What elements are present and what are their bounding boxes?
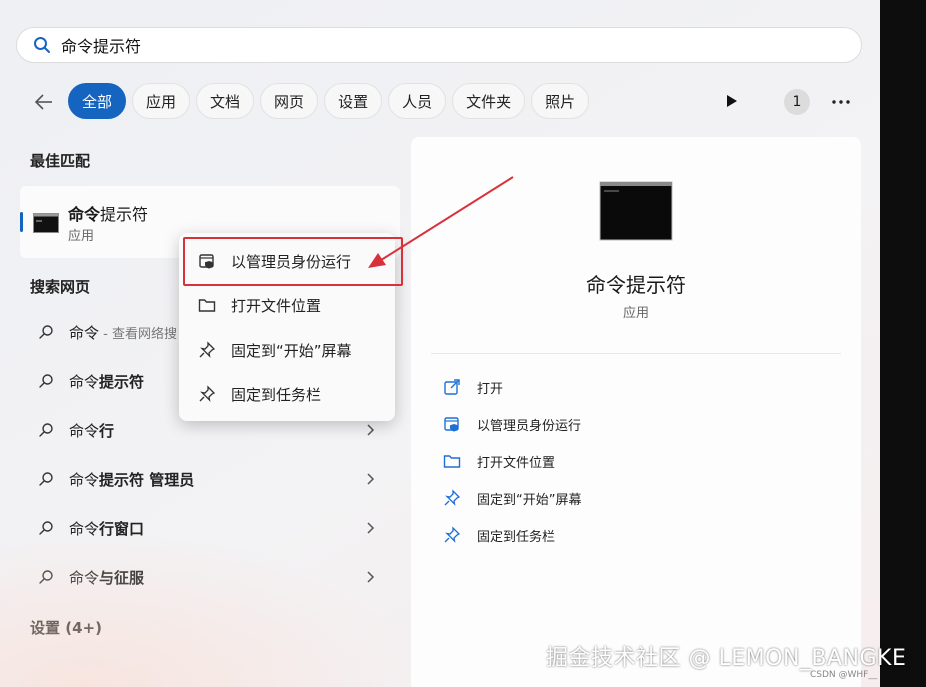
chevron-right-icon[interactable] (366, 521, 376, 535)
search-icon (39, 423, 53, 437)
best-match-heading: 最佳匹配 (30, 152, 91, 170)
context-pin-to-taskbar[interactable]: 固定到任务栏 (179, 374, 395, 414)
context-label: 打开文件位置 (231, 296, 322, 315)
web-search-text: 命令行窗口 (69, 519, 145, 538)
folder-icon (198, 299, 216, 312)
tab-all[interactable]: 全部 (68, 83, 127, 119)
pin-icon (199, 385, 216, 402)
web-search-text: 命令行 (69, 421, 115, 440)
list-item[interactable]: 命令行窗口 (20, 508, 400, 548)
csdn-watermark: CSDN @WHF__ (810, 670, 878, 680)
context-label: 固定到“开始”屏幕 (231, 341, 352, 360)
start-search-window: 全部 应用 文档 网页 设置 人员 文件夹 照片 1 最佳匹配 命令提示符 应用… (0, 0, 880, 687)
best-match-subtitle: 应用 (68, 229, 95, 244)
selection-indicator (20, 212, 23, 232)
tab-documents[interactable]: 文档 (196, 83, 255, 119)
chevron-right-icon[interactable] (366, 472, 376, 486)
search-icon (39, 325, 53, 339)
action-label: 固定到任务栏 (477, 529, 556, 545)
web-search-text: 命令 - 查看网络搜 (69, 323, 177, 342)
settings-heading: 设置 (4+) (30, 619, 102, 637)
watermark: 掘金技术社区 @ LEMON_BANGKE (546, 646, 907, 671)
pin-icon (444, 526, 461, 543)
play-icon[interactable] (722, 92, 740, 110)
context-label: 固定到任务栏 (231, 385, 322, 404)
badge[interactable]: 1 (784, 89, 810, 115)
search-icon (39, 570, 53, 584)
tab-apps[interactable]: 应用 (132, 83, 191, 119)
web-search-heading: 搜索网页 (30, 278, 91, 296)
detail-subtitle: 应用 (622, 306, 649, 321)
background-strip (880, 0, 926, 687)
action-label: 打开文件位置 (477, 455, 556, 471)
list-item[interactable]: 命令与征服 (20, 557, 400, 597)
detail-pane: 命令提示符 应用 打开 以管理员身份运行 打开文件位置 固定到“开始”屏幕 固定… (411, 137, 861, 687)
context-open-file-location[interactable]: 打开文件位置 (179, 285, 395, 325)
annotation-highlight-box (183, 237, 403, 286)
divider (431, 353, 841, 354)
search-icon (39, 521, 53, 535)
action-label: 固定到“开始”屏幕 (477, 492, 582, 508)
tab-folders[interactable]: 文件夹 (452, 83, 526, 119)
action-label: 打开 (477, 381, 504, 397)
command-prompt-icon (599, 181, 673, 241)
web-search-text: 命令与征服 (69, 568, 145, 587)
action-label: 以管理员身份运行 (477, 418, 582, 434)
filter-tabs: 全部 应用 文档 网页 设置 人员 文件夹 照片 (68, 83, 590, 119)
shield-icon (444, 417, 459, 432)
search-input[interactable] (61, 35, 761, 55)
search-icon (34, 37, 50, 53)
best-match-title: 命令提示符 (68, 205, 149, 224)
command-prompt-icon (33, 213, 59, 233)
tab-people[interactable]: 人员 (388, 83, 447, 119)
more-options-icon[interactable] (830, 91, 852, 113)
web-search-text: 命令提示符 管理员 (69, 470, 195, 489)
tab-photos[interactable]: 照片 (531, 83, 590, 119)
search-box[interactable] (16, 27, 862, 63)
back-arrow-icon[interactable] (32, 90, 56, 114)
pin-icon (199, 341, 216, 358)
folder-icon (443, 455, 461, 468)
web-search-text: 命令提示符 (69, 372, 145, 391)
tab-web[interactable]: 网页 (260, 83, 319, 119)
detail-title: 命令提示符 (586, 273, 686, 297)
search-icon (39, 472, 53, 486)
pin-icon (444, 489, 461, 506)
list-item[interactable]: 命令提示符 管理员 (20, 459, 400, 499)
search-icon (39, 374, 53, 388)
open-icon (444, 379, 460, 395)
tab-settings[interactable]: 设置 (324, 83, 383, 119)
chevron-right-icon[interactable] (366, 423, 376, 437)
chevron-right-icon[interactable] (366, 570, 376, 584)
context-pin-to-start[interactable]: 固定到“开始”屏幕 (179, 330, 395, 370)
